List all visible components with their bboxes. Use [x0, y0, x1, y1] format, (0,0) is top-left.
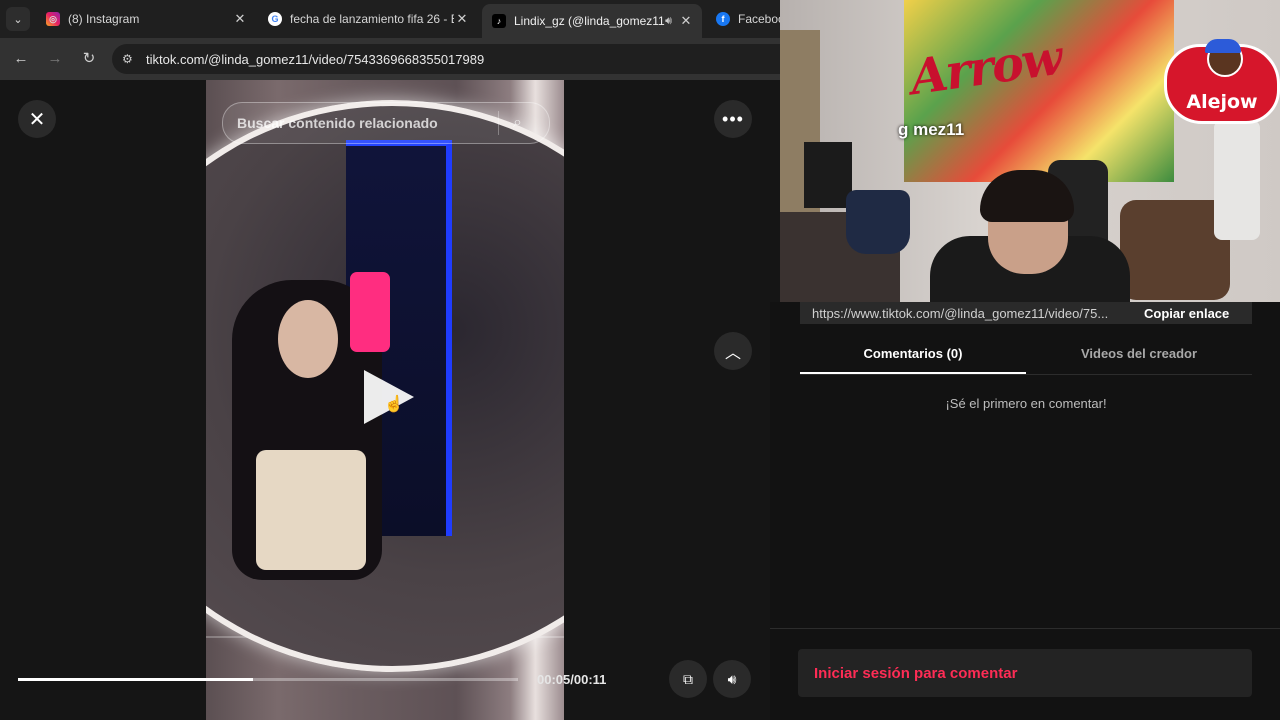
- close-video-button[interactable]: ✕: [18, 100, 56, 138]
- search-icon[interactable]: ⌕: [513, 114, 535, 132]
- time-display: 00:05/00:11: [537, 672, 607, 687]
- subject-face: [278, 300, 338, 378]
- punching-bag: [1214, 120, 1260, 240]
- tab-tiktok[interactable]: ♪ Lindix_gz (@linda_gomez11 🔊︎ ✕: [482, 4, 702, 38]
- video-player[interactable]: ✕ Buscar contenido relacionado ⌕ ••• ︿ ☝…: [0, 80, 780, 720]
- reload-icon[interactable]: ↻: [80, 50, 98, 68]
- username-fragment: g mez11: [898, 120, 965, 139]
- search-placeholder: Buscar contenido relacionado: [237, 115, 438, 131]
- comments-panel: https://www.tiktok.com/@linda_gomez11/vi…: [770, 302, 1280, 720]
- alejow-logo: Alejow: [1164, 39, 1280, 124]
- subject-top: [256, 450, 366, 570]
- phone: [350, 272, 390, 352]
- instagram-icon: ◎: [46, 12, 60, 26]
- volume-icon: 🔊︎: [727, 670, 737, 687]
- monitor: [804, 142, 852, 208]
- pip-button[interactable]: ⧉: [669, 660, 707, 698]
- tab-title: Lindix_gz (@linda_gomez11: [514, 14, 665, 28]
- divider: [770, 628, 1280, 629]
- tab-title: Facebook: [738, 12, 780, 26]
- tab-comments[interactable]: Comentarios (0): [800, 338, 1026, 374]
- address-bar: ← → ↻ ⚙ tiktok.com/@linda_gomez11/video/…: [0, 38, 780, 80]
- tab-title: (8) Instagram: [68, 12, 140, 26]
- more-icon: •••: [722, 108, 744, 129]
- floating-player-icon: ⧉: [683, 670, 693, 687]
- copy-link-row: https://www.tiktok.com/@linda_gomez11/vi…: [800, 302, 1252, 324]
- logo-cap: [1205, 39, 1241, 53]
- forward-icon[interactable]: →: [46, 50, 64, 68]
- divider: [498, 111, 499, 135]
- chevron-down-icon: ⌄: [13, 13, 23, 26]
- close-icon[interactable]: ✕: [232, 11, 248, 27]
- tiktok-icon: ♪: [492, 14, 506, 28]
- logo-text: Alejow: [1186, 91, 1258, 113]
- back-icon[interactable]: ←: [12, 50, 30, 68]
- google-icon: G: [268, 12, 282, 26]
- chair: [846, 190, 910, 254]
- tab-title: fecha de lanzamiento fifa 26 - B: [290, 12, 454, 26]
- tab-search-button[interactable]: ⌄: [6, 7, 30, 31]
- chevron-up-icon: ︿: [724, 345, 741, 362]
- site-settings-icon[interactable]: ⚙: [122, 52, 136, 66]
- previous-video-button[interactable]: ︿: [714, 332, 752, 370]
- more-options-button[interactable]: •••: [714, 100, 752, 138]
- progress-fill: [18, 678, 253, 681]
- progress-bar[interactable]: [18, 678, 518, 681]
- hand-cursor-icon: ☝: [384, 396, 404, 413]
- facebook-icon: f: [716, 12, 730, 26]
- close-icon[interactable]: ✕: [454, 11, 470, 27]
- related-search-input[interactable]: Buscar contenido relacionado ⌕: [222, 102, 550, 144]
- speaker-icon[interactable]: 🔊︎: [665, 15, 672, 28]
- close-icon: ✕: [28, 108, 46, 131]
- empty-comments-message: ¡Sé el primero en comentar!: [945, 396, 1107, 411]
- tab-instagram[interactable]: ◎ (8) Instagram ✕: [36, 4, 256, 34]
- copy-link-button[interactable]: Copiar enlace: [1144, 306, 1229, 321]
- url-input[interactable]: ⚙ tiktok.com/@linda_gomez11/video/754336…: [112, 44, 780, 74]
- tab-creator-videos[interactable]: Videos del creador: [1026, 338, 1252, 372]
- webcam-overlay: Arrow g mez11 Alejow: [780, 0, 1280, 302]
- video-link[interactable]: https://www.tiktok.com/@linda_gomez11/vi…: [812, 306, 1130, 321]
- tab-facebook[interactable]: f Facebook: [706, 4, 780, 34]
- volume-button[interactable]: 🔊︎: [713, 660, 751, 698]
- url-text: tiktok.com/@linda_gomez11/video/75433696…: [146, 51, 485, 67]
- panel-tabs: Comentarios (0) Videos del creador: [800, 338, 1252, 375]
- login-to-comment[interactable]: Iniciar sesión para comentar: [798, 649, 1252, 697]
- browser-tabstrip: ⌄ ◎ (8) Instagram ✕ G fecha de lanzamien…: [0, 0, 780, 38]
- login-prompt-text: Iniciar sesión para comentar: [814, 664, 1018, 682]
- tab-google[interactable]: G fecha de lanzamiento fifa 26 - B ✕: [258, 4, 478, 34]
- close-icon[interactable]: ✕: [678, 13, 694, 29]
